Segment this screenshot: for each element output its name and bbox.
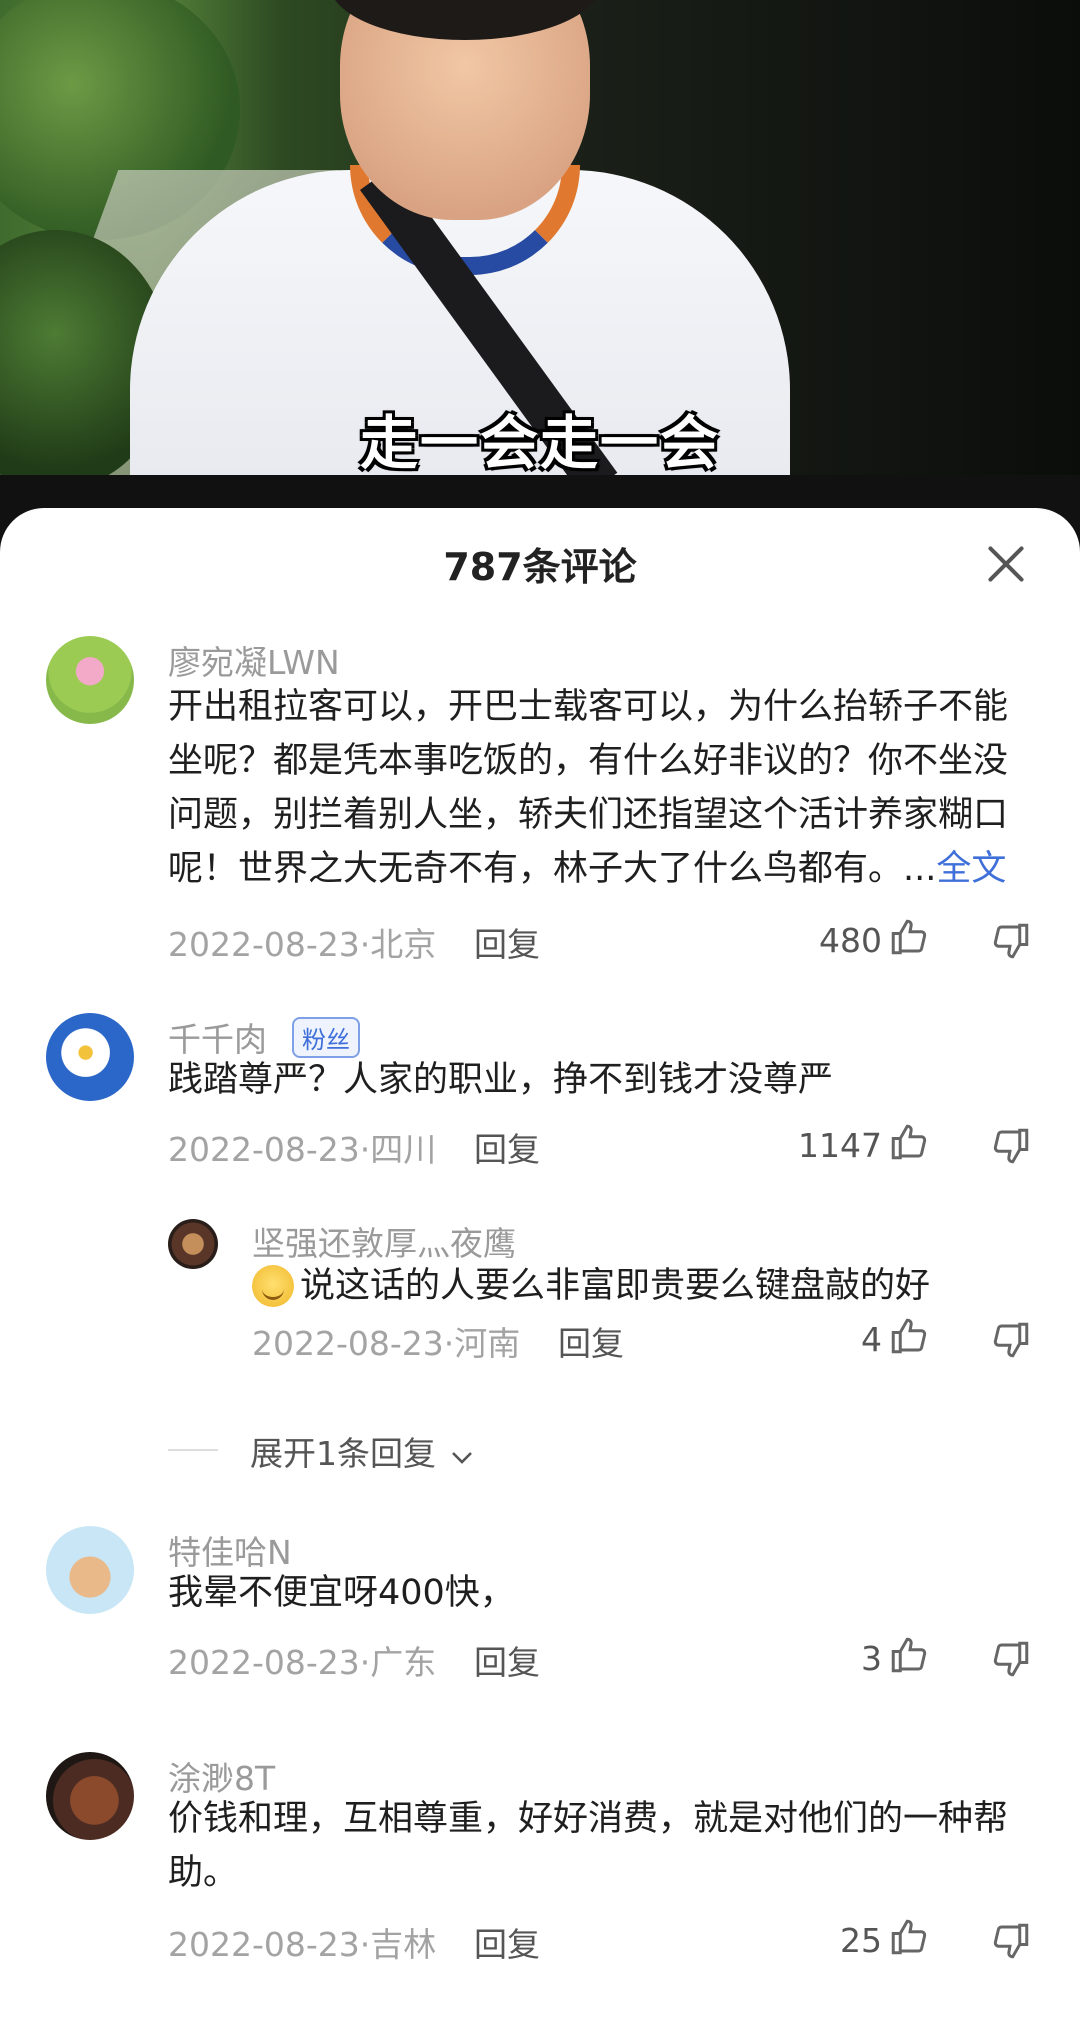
comment-meta: 2022-08-23·广东: [168, 1643, 437, 1682]
close-icon[interactable]: [982, 540, 1030, 588]
comment-meta: 2022-08-23·四川: [168, 1130, 437, 1169]
reply-author[interactable]: 坚强还敦厚灬夜鹰: [252, 1217, 516, 1265]
reply-button[interactable]: 回复: [558, 1317, 624, 1365]
thumb-up-icon[interactable]: [888, 1916, 930, 1958]
avatar[interactable]: [46, 636, 134, 724]
like-count: 480: [819, 921, 882, 960]
comment-author[interactable]: 廖宛凝LWN: [168, 636, 340, 684]
expand-replies-button[interactable]: 展开1条回复: [250, 1427, 477, 1475]
thumb-down-icon[interactable]: [990, 1125, 1032, 1167]
like-count: 3: [861, 1639, 882, 1678]
thumb-up-icon[interactable]: [888, 916, 930, 958]
comment-meta: 2022-08-23·北京: [168, 925, 437, 964]
fan-badge: 粉丝: [292, 1017, 360, 1058]
comment-text: 价钱和理，互相尊重，好好消费，就是对他们的一种帮助。: [168, 1799, 1009, 1893]
video-subtitle: 走一会走一会: [359, 409, 720, 475]
smile-emoji-icon: [252, 1265, 294, 1307]
like-count: 25: [840, 1921, 882, 1960]
thumb-down-icon[interactable]: [990, 1638, 1032, 1680]
chevron-down-icon: [447, 1436, 477, 1475]
expand-replies-label: 展开1条回复: [250, 1434, 436, 1473]
comment-text: 我晕不便宜呀400快，: [168, 1573, 515, 1613]
thumb-down-icon[interactable]: [990, 920, 1032, 962]
expand-full-text-link[interactable]: 全文: [936, 849, 1006, 889]
comments-count-title: 787条评论: [443, 545, 637, 589]
video-player[interactable]: 走一会走一会: [0, 0, 1080, 475]
avatar[interactable]: [46, 1013, 134, 1101]
avatar[interactable]: [46, 1752, 134, 1840]
like-count: 4: [861, 1320, 882, 1359]
reply-button[interactable]: 回复: [474, 918, 540, 966]
reply-text: 说这话的人要么非富即贵要么键盘敲的好: [252, 1259, 1042, 1313]
thumb-up-icon[interactable]: [888, 1315, 930, 1357]
comment-text: 开出租拉客可以，开巴士载客可以，为什么抬轿子不能坐呢？都是凭本事吃饭的，有什么好…: [168, 680, 1036, 896]
comments-panel: 787条评论 廖宛凝LWN 开出租拉客可以，开巴士载客可以，为什么抬轿子不能坐呢…: [0, 508, 1080, 2031]
comment-meta: 2022-08-23·吉林: [168, 1925, 437, 1964]
expand-divider: [168, 1449, 218, 1451]
thumb-up-icon[interactable]: [888, 1634, 930, 1676]
like-count: 1147: [798, 1126, 882, 1165]
thumb-down-icon[interactable]: [990, 1920, 1032, 1962]
avatar[interactable]: [168, 1219, 218, 1269]
comment-text: 践踏尊严？人家的职业，挣不到钱才没尊严: [168, 1060, 834, 1100]
reply-button[interactable]: 回复: [474, 1123, 540, 1171]
reply-body: 说这话的人要么非富即贵要么键盘敲的好: [300, 1266, 931, 1306]
reply-button[interactable]: 回复: [474, 1636, 540, 1684]
reply-meta: 2022-08-23·河南: [252, 1324, 521, 1363]
thumb-up-icon[interactable]: [888, 1121, 930, 1163]
comment-body: 开出租拉客可以，开巴士载客可以，为什么抬轿子不能坐呢？都是凭本事吃饭的，有什么好…: [168, 687, 1009, 889]
thumb-down-icon[interactable]: [990, 1319, 1032, 1361]
avatar[interactable]: [46, 1526, 134, 1614]
reply-button[interactable]: 回复: [474, 1918, 540, 1966]
